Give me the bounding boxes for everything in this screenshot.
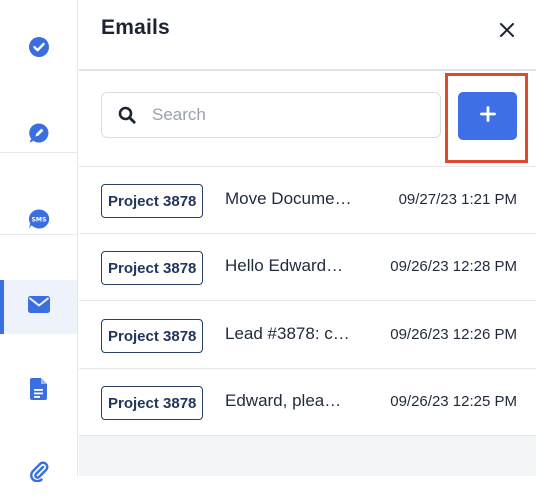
rail-item-tasks[interactable] (0, 22, 77, 76)
search-input[interactable] (150, 104, 424, 126)
email-envelope-icon (27, 296, 50, 318)
email-subject: Move Docume… (225, 189, 352, 208)
email-row[interactable]: Project 3878 Move Docume… 09/27/23 1:21 … (79, 167, 536, 234)
search-icon (118, 105, 138, 125)
email-timestamp: 09/26/23 12:26 PM (390, 326, 517, 343)
email-timestamp: 09/26/23 12:28 PM (390, 258, 517, 275)
email-row[interactable]: Project 3878 Hello Edward… 09/26/23 12:2… (79, 234, 536, 301)
add-email-button[interactable] (458, 92, 517, 140)
email-subject: Lead #3878: c… (225, 324, 350, 343)
header-divider (79, 69, 536, 71)
list-empty-area (79, 436, 536, 476)
rail-item-notes[interactable] (0, 108, 77, 162)
project-tag: Project 3878 (101, 319, 204, 353)
emails-panel: Emails Project 3878 Move Docume… 09/27/2… (79, 0, 536, 476)
panel-title: Emails (101, 16, 170, 39)
svg-text:SMS: SMS (31, 216, 46, 223)
email-subject: Hello Edward… (225, 256, 344, 275)
edit-pencil-icon (28, 122, 50, 149)
sms-chat-icon: SMS (27, 208, 51, 235)
email-timestamp: 09/26/23 12:25 PM (390, 393, 517, 410)
close-icon (499, 22, 515, 43)
rail-item-attachments[interactable] (0, 446, 77, 500)
rail-divider (0, 234, 78, 235)
rail-item-sms[interactable]: SMS (0, 194, 77, 248)
project-tag: Project 3878 (101, 386, 204, 420)
rail-item-documents[interactable] (0, 364, 77, 418)
rail-item-emails[interactable] (0, 280, 77, 334)
paperclip-icon (28, 460, 50, 487)
project-tag: Project 3878 (101, 251, 204, 285)
rail-divider (0, 152, 78, 153)
plus-icon (479, 105, 496, 127)
project-tag: Project 3878 (101, 184, 204, 218)
check-circle-icon (28, 36, 50, 63)
email-timestamp: 09/27/23 1:21 PM (398, 191, 517, 208)
email-row[interactable]: Project 3878 Edward, plea… 09/26/23 12:2… (79, 369, 536, 436)
document-icon (29, 377, 48, 405)
email-subject: Edward, plea… (225, 391, 342, 410)
email-row[interactable]: Project 3878 Lead #3878: c… 09/26/23 12:… (79, 302, 536, 369)
close-button[interactable] (491, 16, 523, 48)
search-box (101, 92, 441, 138)
side-rail: SMS (0, 0, 78, 482)
